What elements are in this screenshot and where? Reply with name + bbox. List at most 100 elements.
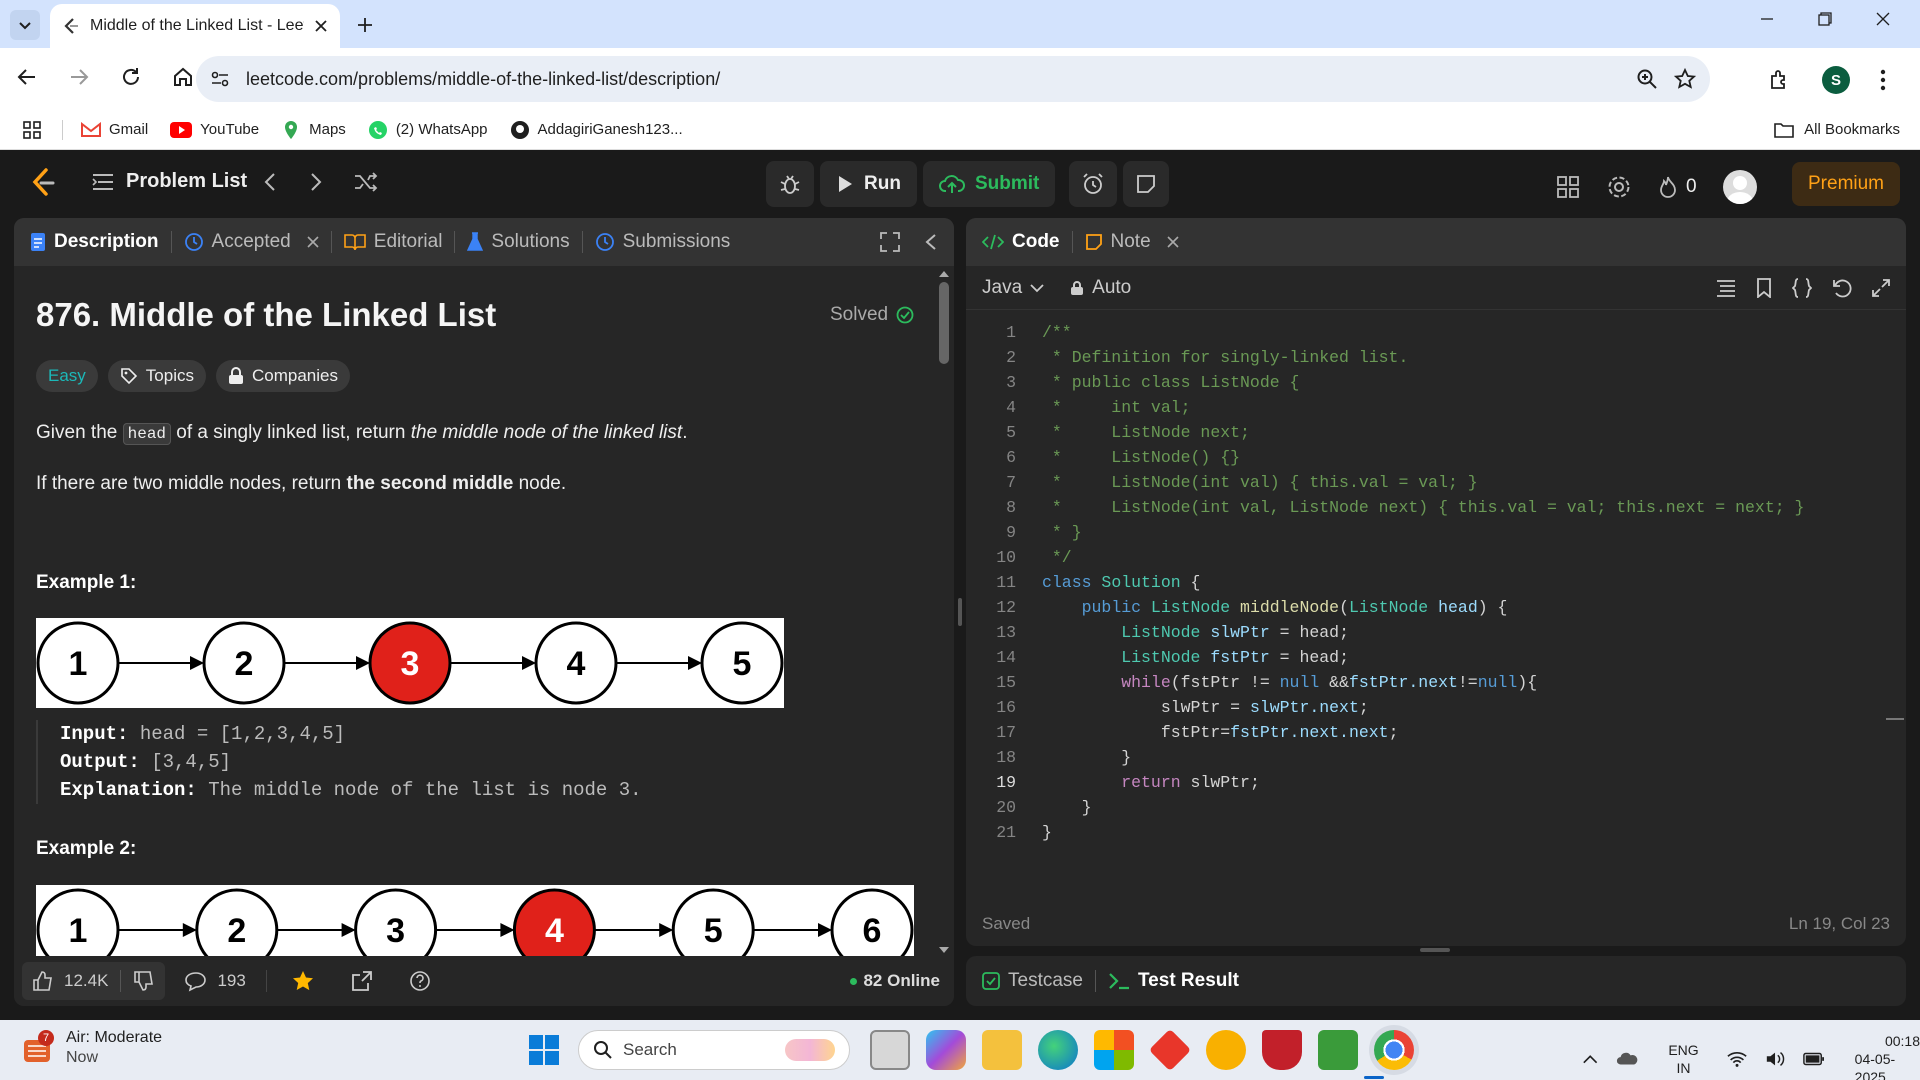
notes-button[interactable]	[1123, 161, 1170, 207]
zoom-icon[interactable]	[1636, 68, 1658, 90]
all-bookmarks-button[interactable]: All Bookmarks	[1774, 121, 1900, 138]
close-tab-icon[interactable]	[307, 236, 319, 248]
code-line[interactable]: 7 * ListNode(int val) { this.val = val; …	[966, 470, 1886, 495]
code-line[interactable]: 21}	[966, 820, 1886, 845]
restore-icon[interactable]	[1818, 12, 1832, 26]
tab-code[interactable]: Code	[982, 231, 1060, 253]
minimize-icon[interactable]	[1760, 12, 1774, 26]
code-line[interactable]: 6 * ListNode() {}	[966, 445, 1886, 470]
more-menu-icon[interactable]	[1880, 69, 1886, 91]
code-line[interactable]: 16 slwPtr = slwPtr.next;	[966, 695, 1886, 720]
site-info-icon[interactable]	[210, 69, 230, 89]
scroll-down-icon[interactable]	[938, 944, 950, 956]
python-icon[interactable]	[1206, 1030, 1246, 1070]
copilot-icon[interactable]	[926, 1030, 966, 1070]
weather-widget[interactable]: 7 Air: Moderate Now	[22, 1028, 162, 1068]
like-button[interactable]: 12.4K	[32, 970, 108, 992]
volume-icon[interactable]	[1765, 1049, 1785, 1069]
extensions-icon[interactable]	[1768, 68, 1792, 92]
code-line[interactable]: 18 }	[966, 745, 1886, 770]
companies-button[interactable]: Companies	[215, 360, 350, 392]
chevron-up-icon[interactable]	[1582, 1053, 1598, 1065]
code-line[interactable]: 5 * ListNode next;	[966, 420, 1886, 445]
braces-icon[interactable]	[1792, 277, 1812, 298]
tab-description[interactable]: Description	[30, 231, 159, 253]
code-line[interactable]: 2 * Definition for singly-linked list.	[966, 345, 1886, 370]
auto-mode[interactable]: Auto	[1070, 277, 1131, 299]
tab-editorial[interactable]: Editorial	[343, 231, 442, 253]
task-view-icon[interactable]	[870, 1030, 910, 1070]
tab-accepted[interactable]: Accepted	[184, 231, 319, 253]
code-editor[interactable]: 1 /** 2 * Definition for singly-linked lis…	[966, 320, 1886, 842]
onedrive-icon[interactable]	[1616, 1049, 1638, 1069]
code-line[interactable]: 1 /**	[966, 320, 1886, 345]
mcafee-icon[interactable]	[1262, 1030, 1302, 1070]
comments-button[interactable]: 193	[175, 970, 255, 992]
layout-icon[interactable]	[1556, 175, 1580, 199]
tab-search-button[interactable]	[10, 10, 40, 40]
user-avatar[interactable]	[1722, 170, 1757, 204]
code-line[interactable]: 4 * int val;	[966, 395, 1886, 420]
close-window-icon[interactable]	[1876, 12, 1890, 26]
thumbs-down-icon[interactable]	[133, 970, 155, 992]
format-icon[interactable]	[1716, 279, 1736, 297]
wifi-icon[interactable]	[1727, 1050, 1747, 1068]
horizontal-resize-handle[interactable]	[1420, 948, 1450, 952]
code-line[interactable]: 19 return slwPtr;	[966, 770, 1886, 795]
fullscreen-icon[interactable]	[880, 232, 900, 252]
bookmark-github[interactable]: AddagiriGanesh123...	[510, 120, 683, 140]
scrollbar-thumb[interactable]	[939, 282, 949, 364]
code-line[interactable]: 9 * }	[966, 520, 1886, 545]
anydesk-icon[interactable]	[1148, 1028, 1192, 1072]
tab-submissions[interactable]: Submissions	[595, 231, 730, 253]
clock[interactable]: 00:18 04-05-2025	[1855, 1032, 1920, 1080]
bookmark-whatsapp[interactable]: (2) WhatsApp	[368, 120, 488, 140]
bookmark-star-icon[interactable]	[1674, 68, 1696, 90]
code-line[interactable]: 13 ListNode slwPtr = head;	[966, 620, 1886, 645]
bookmark-youtube[interactable]: YouTube	[170, 121, 259, 138]
reload-icon[interactable]	[120, 66, 142, 88]
shuffle-icon[interactable]	[354, 172, 378, 192]
url-text[interactable]: leetcode.com/problems/middle-of-the-link…	[246, 69, 1620, 90]
scroll-up-icon[interactable]	[938, 268, 950, 280]
code-line[interactable]: 20 }	[966, 795, 1886, 820]
bookmark-maps[interactable]: Maps	[281, 120, 346, 140]
difficulty-badge[interactable]: Easy	[36, 360, 98, 392]
vertical-resize-handle[interactable]	[958, 598, 962, 626]
file-explorer-icon[interactable]	[982, 1030, 1022, 1070]
share-icon[interactable]	[351, 970, 373, 992]
code-line[interactable]: 3 * public class ListNode {	[966, 370, 1886, 395]
taskbar-search[interactable]: Search	[578, 1030, 850, 1070]
game-icon[interactable]	[1318, 1030, 1358, 1070]
browser-tab[interactable]: Middle of the Linked List - LeetCode	[50, 4, 340, 48]
code-line[interactable]: 15 while(fstPtr != null &&fstPtr.next!=n…	[966, 670, 1886, 695]
reset-icon[interactable]	[1832, 278, 1852, 298]
expand-icon[interactable]	[1872, 278, 1890, 297]
close-tab-icon[interactable]	[314, 19, 328, 33]
topics-button[interactable]: Topics	[107, 360, 206, 392]
submit-button[interactable]: Submit	[922, 161, 1056, 207]
profile-avatar[interactable]: S	[1822, 66, 1850, 94]
bookmark-icon[interactable]	[1756, 277, 1772, 298]
tab-test-result[interactable]: Test Result	[1108, 970, 1239, 992]
language-select[interactable]: Java	[982, 277, 1044, 299]
premium-button[interactable]: Premium	[1792, 162, 1901, 206]
collapse-panel-icon[interactable]	[924, 232, 938, 252]
leetcode-logo-icon[interactable]	[30, 168, 56, 198]
forward-icon[interactable]	[68, 66, 90, 88]
help-icon[interactable]	[409, 970, 431, 992]
code-line[interactable]: 17 fstPtr=fstPtr.next.next;	[966, 720, 1886, 745]
code-line[interactable]: 8 * ListNode(int val, ListNode next) { t…	[966, 495, 1886, 520]
close-tab-icon[interactable]	[1167, 236, 1179, 248]
problem-list-button[interactable]: Problem List	[92, 170, 247, 193]
timer-button[interactable]	[1069, 161, 1118, 207]
code-line[interactable]: 14 ListNode fstPtr = head;	[966, 645, 1886, 670]
back-icon[interactable]	[16, 66, 38, 88]
new-tab-button[interactable]	[350, 10, 380, 40]
code-line[interactable]: 10 */	[966, 545, 1886, 570]
home-icon[interactable]	[172, 66, 194, 88]
prev-problem-icon[interactable]	[262, 172, 278, 192]
tab-testcase[interactable]: Testcase	[982, 970, 1083, 992]
editor-scrollbar[interactable]	[1886, 310, 1904, 830]
language-indicator[interactable]: ENG IN	[1668, 1041, 1698, 1077]
